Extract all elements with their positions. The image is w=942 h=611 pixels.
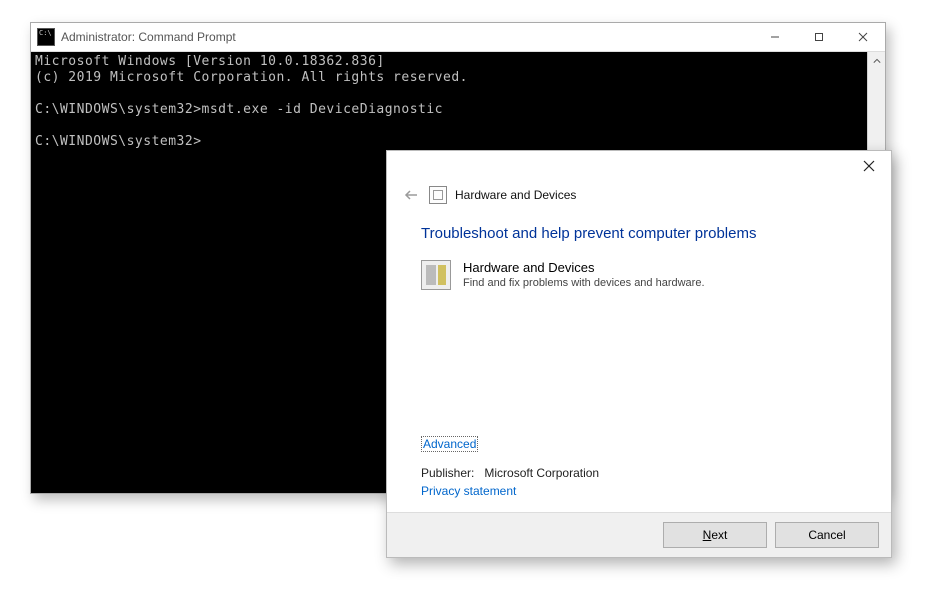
cmd-line: C:\WINDOWS\system32>msdt.exe -id DeviceD…	[35, 102, 443, 117]
cmd-line: C:\WINDOWS\system32>	[35, 134, 202, 149]
troubleshooter-item-title: Hardware and Devices	[463, 260, 705, 275]
advanced-link[interactable]: Advanced	[421, 436, 478, 452]
troubleshooter-dialog: Hardware and Devices Troubleshoot and he…	[386, 150, 892, 558]
cmd-line: (c) 2019 Microsoft Corporation. All righ…	[35, 70, 468, 85]
cmd-titlebar[interactable]: Administrator: Command Prompt	[31, 23, 885, 52]
dialog-close-button[interactable]	[847, 151, 891, 181]
minimize-button[interactable]	[753, 23, 797, 51]
privacy-link[interactable]: Privacy statement	[421, 484, 516, 498]
close-icon	[858, 32, 868, 42]
publisher-label: Publisher:	[421, 466, 474, 480]
troubleshooter-icon	[429, 186, 447, 204]
cmd-line: Microsoft Windows [Version 10.0.18362.83…	[35, 54, 385, 69]
chevron-up-icon	[873, 57, 881, 65]
dialog-header-title: Hardware and Devices	[455, 188, 576, 202]
cmd-icon	[37, 28, 55, 46]
troubleshooter-item[interactable]: Hardware and Devices Find and fix proble…	[421, 260, 857, 290]
dialog-titlebar[interactable]	[387, 151, 891, 185]
cancel-button[interactable]: Cancel	[775, 522, 879, 548]
publisher-line: Publisher: Microsoft Corporation	[421, 466, 857, 480]
close-button[interactable]	[841, 23, 885, 51]
maximize-button[interactable]	[797, 23, 841, 51]
next-button[interactable]: Next	[663, 522, 767, 548]
dialog-header: Hardware and Devices	[387, 185, 891, 213]
dialog-footer: Next Cancel	[387, 512, 891, 557]
cmd-title: Administrator: Command Prompt	[61, 30, 236, 44]
dialog-lower: Advanced Publisher: Microsoft Corporatio…	[421, 436, 857, 508]
publisher-value: Microsoft Corporation	[484, 466, 599, 480]
maximize-icon	[814, 32, 824, 42]
minimize-icon	[770, 32, 780, 42]
close-icon	[863, 160, 875, 172]
troubleshooter-item-desc: Find and fix problems with devices and h…	[463, 277, 705, 289]
hardware-icon	[421, 260, 451, 290]
back-button[interactable]	[401, 185, 421, 205]
dialog-heading: Troubleshoot and help prevent computer p…	[421, 225, 857, 242]
scroll-up-button[interactable]	[868, 52, 885, 69]
arrow-left-icon	[403, 187, 419, 203]
next-accel: N	[703, 528, 712, 542]
dialog-body: Troubleshoot and help prevent computer p…	[387, 213, 891, 512]
